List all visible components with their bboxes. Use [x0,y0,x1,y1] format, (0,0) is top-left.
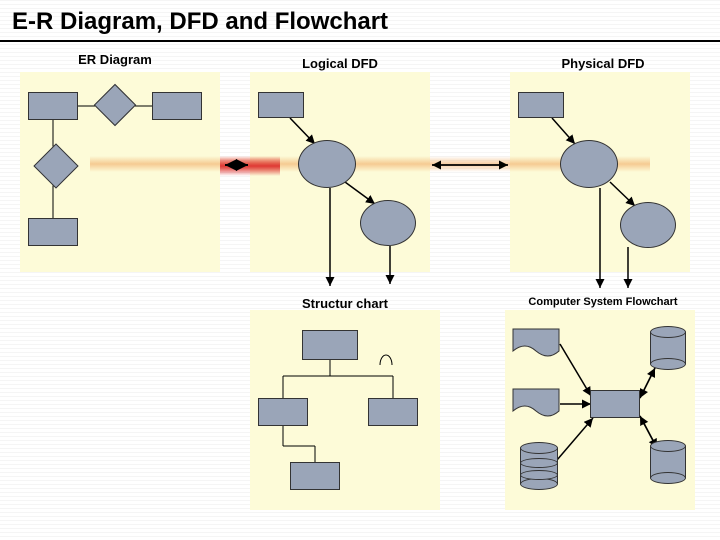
er-entity-1 [28,92,78,120]
flow-db-1 [650,326,686,370]
ldfd-process-2 [360,200,416,246]
flow-db-2 [650,440,686,484]
er-entity-3 [28,218,78,246]
struct-box-2 [258,398,308,426]
flow-process [590,390,640,418]
flow-doc-1 [512,328,560,358]
ldfd-external [258,92,304,118]
inter-panel-arrows [0,0,720,280]
struct-box-3 [368,398,418,426]
panel-flow-label: Computer System Flowchart [508,296,698,308]
flow-db-stack [520,442,558,490]
flow-doc-2 [512,388,560,418]
panel-struct-label: Structur chart [285,296,405,311]
pdfd-process-1 [560,140,618,188]
pdfd-process-2 [620,202,676,248]
struct-box-4 [290,462,340,490]
er-entity-2 [152,92,202,120]
struct-box-1 [302,330,358,360]
pdfd-external [518,92,564,118]
ldfd-process-1 [298,140,356,188]
